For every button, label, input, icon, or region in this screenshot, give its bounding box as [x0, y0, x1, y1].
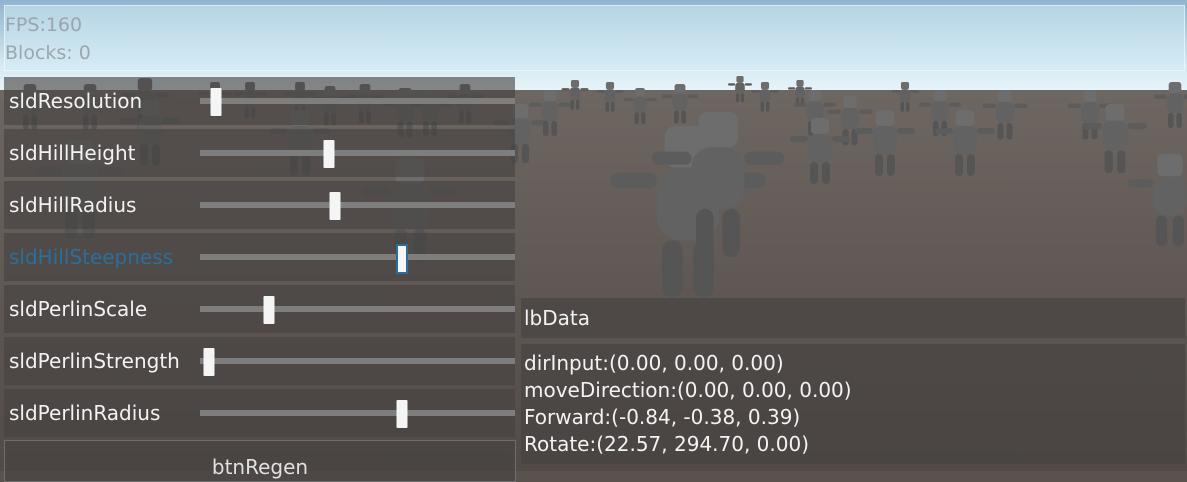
slider-handle[interactable] [323, 140, 335, 168]
regen-button-label: btnRegen [211, 455, 309, 479]
slider-label: sldHillRadius [9, 193, 137, 217]
slider-track[interactable] [200, 140, 515, 168]
slider-handle[interactable] [203, 348, 215, 376]
hud-panel: FPS:160 Blocks: 0 [4, 5, 1185, 71]
slider-row-sldHillSteepness: sldHillSteepness [4, 233, 515, 281]
slider-label: sldPerlinStrength [9, 349, 180, 373]
slider-handle[interactable] [263, 296, 275, 324]
slider-row-sldPerlinScale: sldPerlinScale [4, 285, 515, 333]
slider-label: sldHillSteepness [9, 245, 174, 269]
blocks-counter: Blocks: 0 [5, 42, 91, 64]
lbdata-label-panel: lbData [521, 298, 1185, 338]
slider-track[interactable] [200, 400, 515, 428]
slider-label: sldResolution [9, 89, 143, 113]
slider-track[interactable] [200, 296, 515, 324]
slider-label: sldHillHeight [9, 141, 136, 165]
slider-row-sldPerlinStrength: sldPerlinStrength [4, 337, 515, 385]
slider-row-sldHillHeight: sldHillHeight [4, 129, 515, 177]
slider-track[interactable] [200, 192, 515, 220]
slider-label: sldPerlinScale [9, 297, 148, 321]
slider-handle[interactable] [329, 192, 341, 220]
regen-button[interactable]: btnRegen [4, 440, 516, 482]
slider-handle[interactable] [210, 88, 222, 116]
forward-readout: Forward:(-0.84, -0.38, 0.39) [524, 405, 801, 429]
slider-label: sldPerlinRadius [9, 401, 161, 425]
dir-input-readout: dirInput:(0.00, 0.00, 0.00) [524, 351, 784, 375]
slider-track[interactable] [200, 88, 515, 116]
debug-info-panel: dirInput:(0.00, 0.00, 0.00) moveDirectio… [521, 344, 1185, 464]
slider-handle[interactable] [395, 244, 408, 274]
slider-row-sldHillRadius: sldHillRadius [4, 181, 515, 229]
slider-handle[interactable] [396, 400, 408, 428]
slider-row-sldResolution: sldResolution [4, 77, 515, 125]
slider-row-sldPerlinRadius: sldPerlinRadius [4, 389, 515, 437]
fps-counter: FPS:160 [5, 14, 83, 36]
lbdata-label: lbData [524, 306, 591, 330]
move-direction-readout: moveDirection:(0.00, 0.00, 0.00) [524, 378, 852, 402]
slider-track[interactable] [200, 244, 515, 274]
slider-track[interactable] [200, 348, 515, 376]
rotate-readout: Rotate:(22.57, 294.70, 0.00) [524, 432, 810, 456]
